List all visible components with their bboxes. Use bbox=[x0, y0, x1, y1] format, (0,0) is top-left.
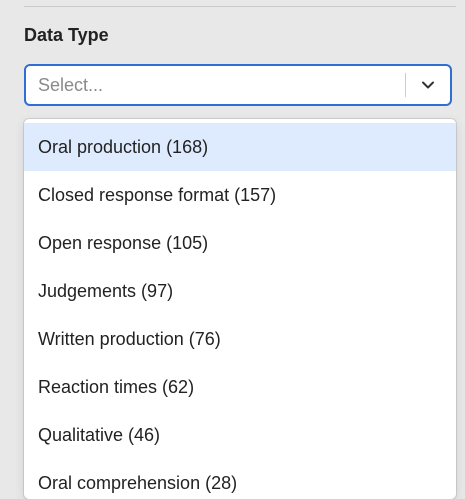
data-type-select[interactable]: Select... bbox=[24, 64, 452, 106]
chevron-down-icon bbox=[422, 81, 434, 89]
select-placeholder: Select... bbox=[38, 75, 104, 95]
option-written-production[interactable]: Written production (76) bbox=[24, 315, 456, 363]
option-closed-response-format[interactable]: Closed response format (157) bbox=[24, 171, 456, 219]
option-list[interactable]: Oral production (168) Closed response fo… bbox=[24, 119, 456, 499]
filter-title: Data Type bbox=[24, 25, 109, 45]
option-reaction-times[interactable]: Reaction times (62) bbox=[24, 363, 456, 411]
option-judgements[interactable]: Judgements (97) bbox=[24, 267, 456, 315]
option-qualitative[interactable]: Qualitative (46) bbox=[24, 411, 456, 459]
section-divider bbox=[24, 6, 456, 7]
dropdown-indicator[interactable] bbox=[406, 66, 450, 104]
dropdown-menu: Oral production (168) Closed response fo… bbox=[24, 119, 456, 499]
option-open-response[interactable]: Open response (105) bbox=[24, 219, 456, 267]
option-oral-production[interactable]: Oral production (168) bbox=[24, 123, 456, 171]
option-oral-comprehension[interactable]: Oral comprehension (28) bbox=[24, 459, 456, 499]
